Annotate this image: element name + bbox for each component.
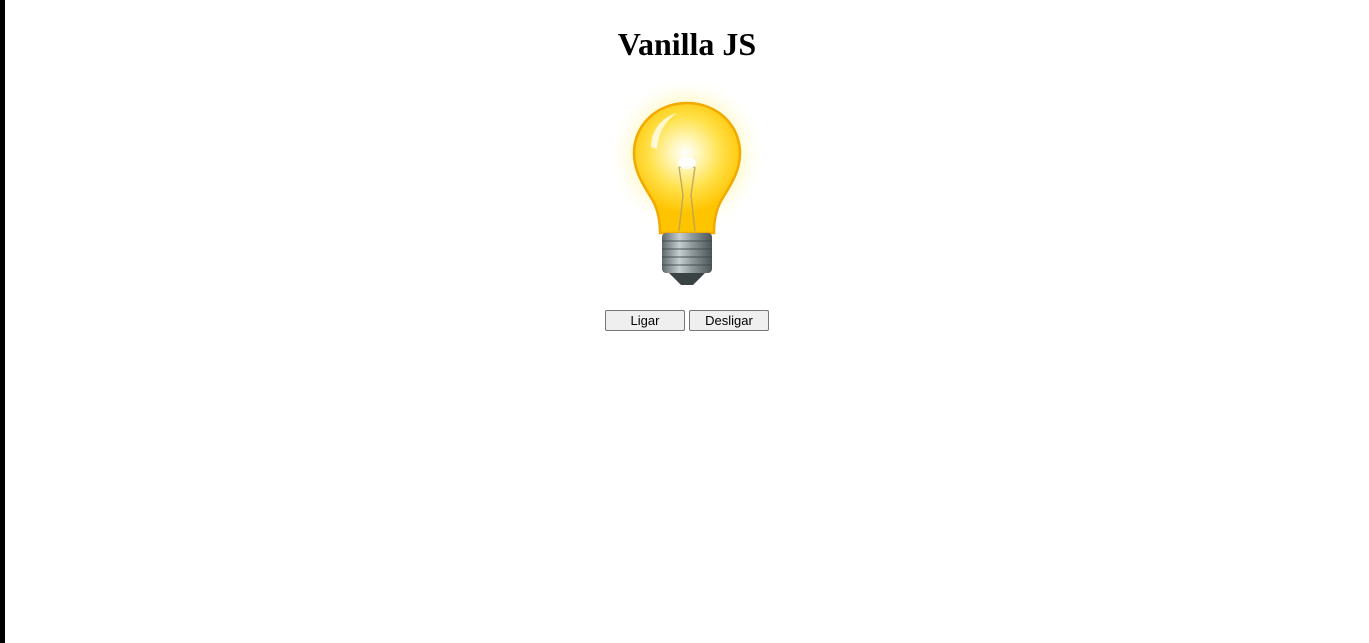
page-title: Vanilla JS — [617, 26, 757, 62]
bulb-tip — [669, 273, 705, 285]
lamp-image — [607, 85, 767, 295]
bulb-base — [662, 233, 712, 273]
filament-glow — [678, 157, 696, 169]
off-button[interactable]: Desligar — [689, 310, 769, 331]
lightbulb-icon — [607, 85, 767, 285]
on-button[interactable]: Ligar — [605, 310, 685, 331]
page: Vanilla JS Ligar Desligar — [5, 0, 1369, 643]
controls: Ligar Desligar — [5, 310, 1369, 331]
